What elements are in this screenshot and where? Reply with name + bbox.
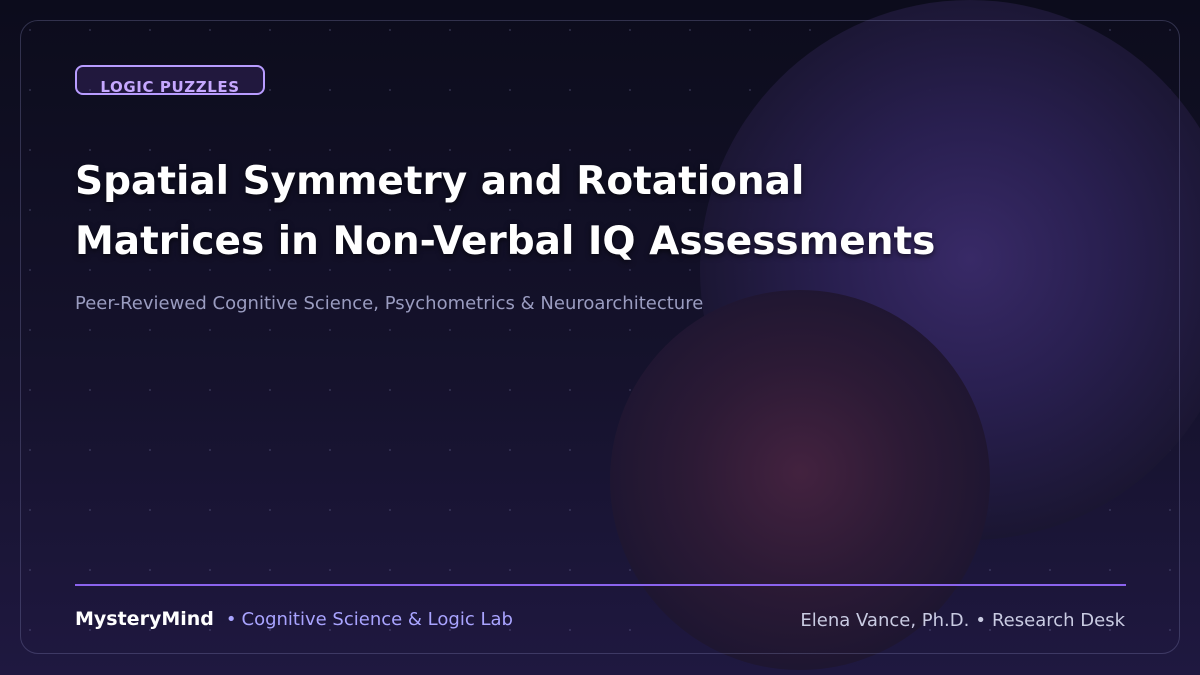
desk-name: Research Desk — [991, 610, 1125, 631]
footer-brand-group: MysteryMind • Cognitive Science & Logic … — [75, 608, 513, 630]
page-title: Spatial Symmetry and Rotational Matrices… — [75, 152, 975, 272]
title-line-1: Spatial Symmetry and Rotational — [75, 159, 805, 204]
bullet-separator: • — [225, 609, 237, 630]
bullet-separator: • — [975, 610, 986, 631]
author-name: Elena Vance, Ph.D. — [800, 610, 970, 631]
footer-divider — [75, 584, 1126, 586]
lab-name: Cognitive Science & Logic Lab — [241, 609, 513, 630]
hero-card-canvas: LOGIC PUZZLES Spatial Symmetry and Rotat… — [0, 0, 1200, 675]
title-line-2: Matrices in Non-Verbal IQ Assessments — [75, 219, 936, 264]
subtitle: Peer-Reviewed Cognitive Science, Psychom… — [75, 293, 704, 314]
category-tag[interactable]: LOGIC PUZZLES — [75, 65, 265, 95]
footer-byline: Elena Vance, Ph.D. • Research Desk — [800, 610, 1125, 631]
card-border — [20, 20, 1180, 654]
brand-name[interactable]: MysteryMind — [75, 608, 214, 630]
